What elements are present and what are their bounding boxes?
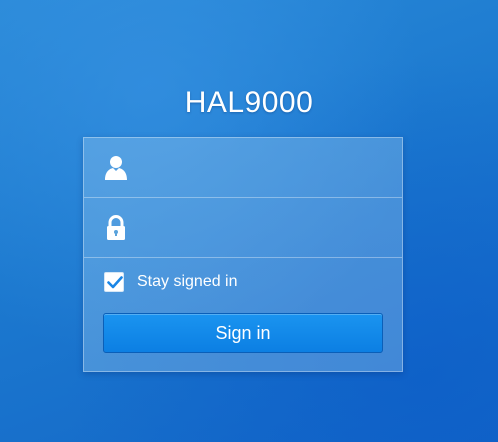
checkmark-icon bbox=[107, 276, 123, 289]
username-field[interactable] bbox=[84, 138, 402, 198]
stay-signed-in-label: Stay signed in bbox=[137, 273, 238, 290]
password-field[interactable] bbox=[84, 198, 402, 258]
sign-in-button[interactable]: Sign in bbox=[103, 313, 383, 353]
username-input[interactable] bbox=[140, 148, 394, 190]
login-panel: Stay signed in Sign in bbox=[83, 137, 403, 372]
user-icon bbox=[104, 155, 128, 181]
lock-icon bbox=[104, 215, 128, 241]
stay-signed-in-checkbox[interactable] bbox=[104, 272, 124, 292]
hostname-title: HAL9000 bbox=[184, 86, 314, 119]
password-input[interactable] bbox=[140, 208, 394, 250]
stay-signed-in[interactable]: Stay signed in bbox=[104, 272, 238, 292]
